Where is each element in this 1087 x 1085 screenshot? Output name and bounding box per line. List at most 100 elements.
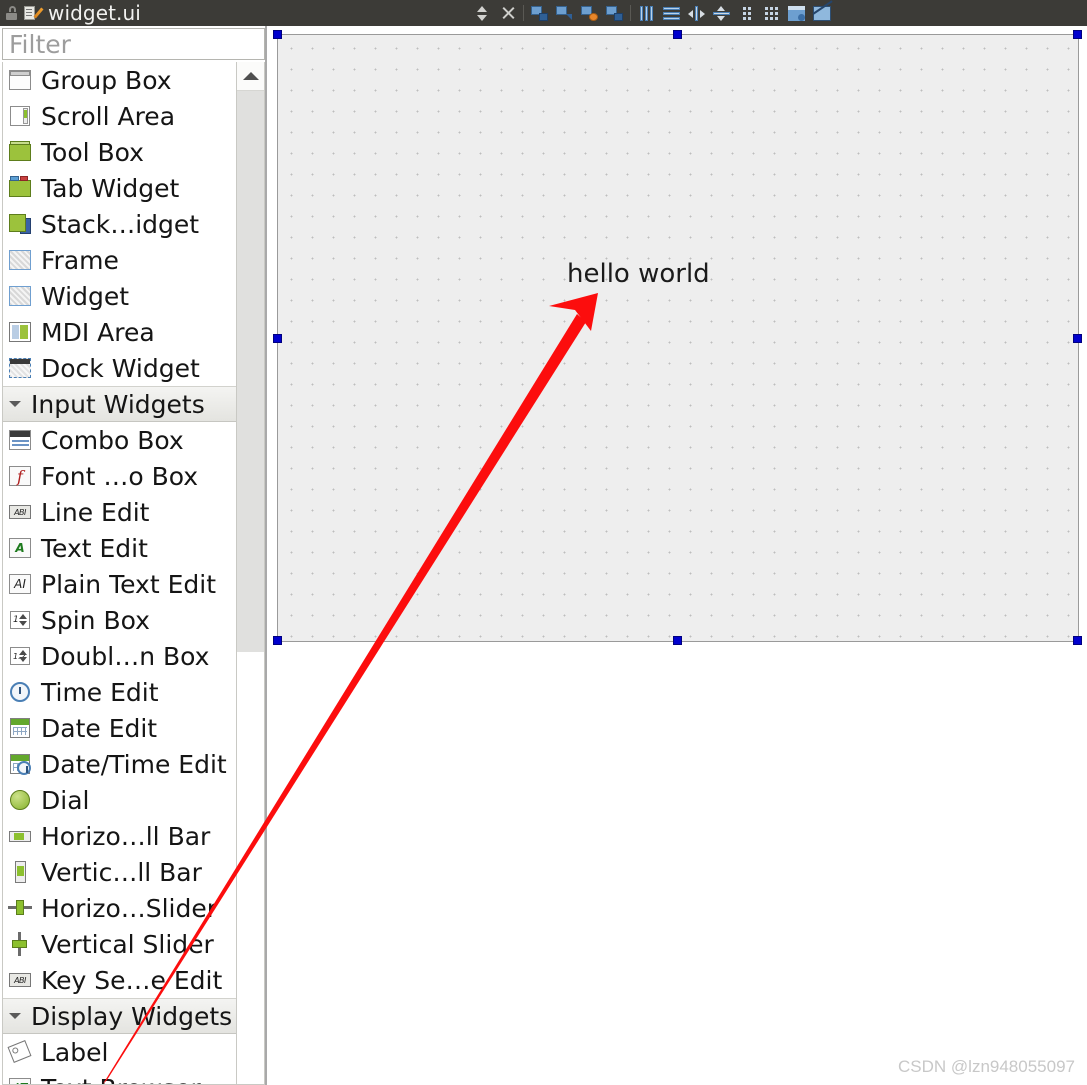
- layout-form-button[interactable]: [734, 1, 759, 25]
- widget-item-label: Text Browser: [41, 1076, 201, 1085]
- widget-list-item[interactable]: Horizo…Slider: [3, 890, 264, 926]
- toolbar-separator: [630, 5, 631, 21]
- scroll-area-icon: [7, 103, 33, 129]
- widget-list-item[interactable]: 1.2 Doubl…n Box: [3, 638, 264, 674]
- widget-list-item[interactable]: Vertic…ll Bar: [3, 854, 264, 890]
- tool-box-icon: [7, 139, 33, 165]
- widget-item-label: Date/Time Edit: [41, 749, 227, 779]
- widget-item-label: Line Edit: [41, 497, 150, 527]
- widget-list-item[interactable]: Scroll Area: [3, 98, 264, 134]
- widget-list-item[interactable]: Time Edit: [3, 674, 264, 710]
- widget-item-label: Text Edit: [41, 533, 148, 563]
- widget-list-item[interactable]: f Font …o Box: [3, 458, 264, 494]
- resize-handle-top-left[interactable]: [273, 30, 282, 39]
- label-icon: [7, 1039, 33, 1065]
- horizontal-scroll-bar-icon: [7, 823, 33, 849]
- lock-icon[interactable]: [6, 6, 19, 20]
- text-browser-icon: AT: [7, 1075, 33, 1084]
- widget-list-item[interactable]: MDI Area: [3, 314, 264, 350]
- scrollbar-track[interactable]: [237, 652, 264, 1084]
- edit-signals-slots-button[interactable]: [552, 1, 577, 25]
- widget-list-item[interactable]: AT Text Browser: [3, 1070, 264, 1085]
- widget-list-item[interactable]: Dial: [3, 782, 264, 818]
- widget-item-label: Combo Box: [41, 425, 184, 455]
- date-edit-icon: [7, 715, 33, 741]
- widget-list[interactable]: Group Box Scroll Area Tool Box Tab Widget St…: [2, 62, 265, 1085]
- edit-buddies-button[interactable]: [577, 1, 602, 25]
- widget-item-label: Horizo…ll Bar: [41, 821, 211, 851]
- widget-list-item[interactable]: Group Box: [3, 62, 264, 98]
- widget-list-item[interactable]: A Text Edit: [3, 530, 264, 566]
- layout-vertically-button[interactable]: [659, 1, 684, 25]
- widget-list-item[interactable]: Tab Widget: [3, 170, 264, 206]
- resize-handle-middle-left[interactable]: [273, 334, 282, 343]
- widget-list-item[interactable]: Label: [3, 1034, 264, 1070]
- filter-field[interactable]: [2, 28, 265, 60]
- widget-list-item[interactable]: Frame: [3, 242, 264, 278]
- widget-item-label: Key Se…e Edit: [41, 965, 223, 995]
- widget-list-item[interactable]: Stack…idget: [3, 206, 264, 242]
- text-edit-icon: A: [7, 535, 33, 561]
- signal-slot-icon: [556, 5, 573, 21]
- layout-splitter-vertical-button[interactable]: [709, 1, 734, 25]
- widget-list-item[interactable]: Widget: [3, 278, 264, 314]
- widget-item-label: Date Edit: [41, 713, 158, 743]
- close-icon: [501, 6, 515, 20]
- widget-item-label: Scroll Area: [41, 101, 176, 131]
- form-canvas-area[interactable]: hello world: [267, 26, 1087, 1085]
- grid-layout-icon: [765, 6, 778, 20]
- layout-grid-button[interactable]: [759, 1, 784, 25]
- widget-list-item[interactable]: Horizo…ll Bar: [3, 818, 264, 854]
- plain-text-edit-icon: AI: [7, 571, 33, 597]
- toolbar-separator: [523, 5, 524, 21]
- form-widget[interactable]: hello world: [277, 34, 1079, 642]
- layout-splitter-horizontal-button[interactable]: [684, 1, 709, 25]
- widget-item-label: Vertical Slider: [41, 929, 214, 959]
- scroll-up-button[interactable]: [237, 62, 264, 91]
- widget-list-item[interactable]: ABI Line Edit: [3, 494, 264, 530]
- resize-handle-bottom-left[interactable]: [273, 636, 282, 645]
- widget-list-scrollbar[interactable]: [236, 62, 264, 1084]
- edit-tab-order-button[interactable]: [602, 1, 627, 25]
- widget-item-label: Stack…idget: [41, 209, 200, 239]
- scrollbar-thumb[interactable]: [238, 92, 263, 652]
- edit-widgets-button[interactable]: [527, 1, 552, 25]
- widget-list-item[interactable]: ABI Key Se…e Edit: [3, 962, 264, 998]
- widget-category-display-widgets[interactable]: Display Widgets: [3, 998, 264, 1034]
- widget-list-item[interactable]: Date Edit: [3, 710, 264, 746]
- time-edit-icon: [7, 679, 33, 705]
- widget-list-item[interactable]: AI Plain Text Edit: [3, 566, 264, 602]
- widget-item-label: Label: [41, 1037, 109, 1067]
- close-dock-button[interactable]: [495, 1, 520, 25]
- hello-world-label[interactable]: hello world: [567, 259, 710, 289]
- break-layout-button[interactable]: [784, 1, 809, 25]
- resize-handle-bottom-right[interactable]: [1073, 636, 1082, 645]
- widget-icon: [7, 283, 33, 309]
- widget-list-item[interactable]: Date/Time Edit: [3, 746, 264, 782]
- resize-handle-top-center[interactable]: [673, 30, 682, 39]
- layout-horizontally-button[interactable]: [634, 1, 659, 25]
- widget-list-item[interactable]: Dock Widget: [3, 350, 264, 386]
- up-down-arrows-icon: [477, 5, 488, 21]
- date-time-edit-icon: [7, 751, 33, 777]
- stacked-widget-icon: [7, 211, 33, 237]
- document-edit-icon: [24, 5, 44, 21]
- widget-list-item[interactable]: Combo Box: [3, 422, 264, 458]
- widget-list-item[interactable]: Tool Box: [3, 134, 264, 170]
- search-input[interactable]: [3, 29, 264, 59]
- chevron-down-icon: [9, 1013, 21, 1019]
- designer-toolbar: [470, 0, 834, 26]
- resize-handle-top-right[interactable]: [1073, 30, 1082, 39]
- adjust-size-button[interactable]: [809, 0, 834, 25]
- widget-list-item[interactable]: Vertical Slider: [3, 926, 264, 962]
- widget-list-item[interactable]: 1 Spin Box: [3, 602, 264, 638]
- resize-handle-middle-right[interactable]: [1073, 334, 1082, 343]
- widget-item-label: Widget: [41, 281, 130, 311]
- resize-handle-bottom-center[interactable]: [673, 636, 682, 645]
- float-dock-button[interactable]: [470, 1, 495, 25]
- widget-item-label: Group Box: [41, 65, 172, 95]
- widget-item-label: Dock Widget: [41, 353, 200, 383]
- widget-category-input-widgets[interactable]: Input Widgets: [3, 386, 264, 422]
- line-edit-icon: ABI: [7, 499, 33, 525]
- horizontal-slider-icon: [7, 895, 33, 921]
